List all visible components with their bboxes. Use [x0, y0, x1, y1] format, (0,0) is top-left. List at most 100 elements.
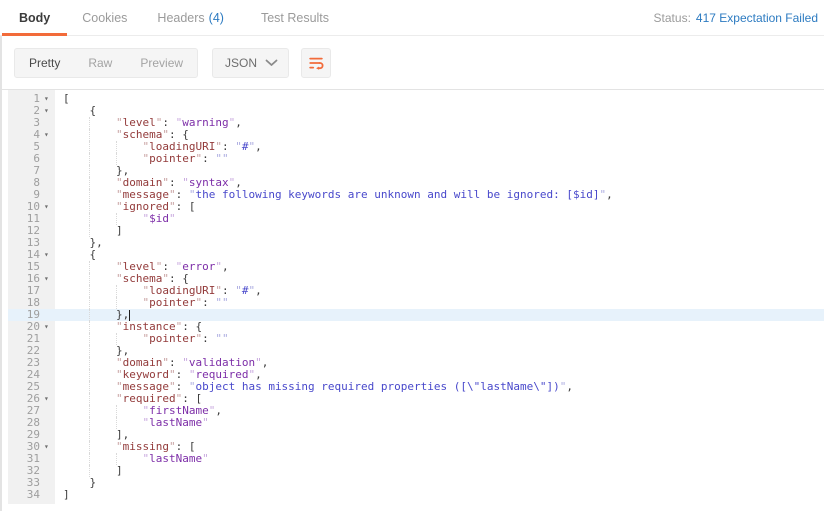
- gutter-row: 2 ▾: [8, 105, 55, 117]
- code-line[interactable]: "lastName": [55, 453, 824, 465]
- tab-test-results-label: Test Results: [260, 10, 330, 25]
- token: ,: [255, 284, 262, 297]
- code-line[interactable]: "$id": [55, 213, 824, 225]
- editor-code[interactable]: [ { "level": "warning", "schema": { "loa…: [55, 90, 824, 504]
- headers-count-badge: (4): [208, 10, 224, 25]
- response-status: Status: 417 Expectation Failed: [654, 11, 818, 25]
- token: object has missing required properties (…: [195, 380, 560, 393]
- wrap-lines-icon: [309, 57, 324, 70]
- tab-body-label: Body: [19, 10, 51, 25]
- token: ": [202, 416, 209, 429]
- view-raw-button[interactable]: Raw: [74, 49, 126, 77]
- gutter-row: 34: [8, 489, 55, 501]
- code-line[interactable]: "pointer": "": [55, 153, 824, 165]
- status-code-link[interactable]: 417 Expectation Failed: [696, 11, 818, 25]
- tab-cookies[interactable]: Cookies: [71, 0, 138, 35]
- token: pointer: [149, 296, 196, 309]
- gutter-row: 5: [8, 141, 55, 153]
- code-line[interactable]: },: [55, 237, 824, 249]
- tab-headers[interactable]: Headers (4): [146, 0, 235, 35]
- gutter-row: 1 ▾: [8, 93, 55, 105]
- token: :: [202, 152, 209, 165]
- editor-gutter: 1 ▾ 2 ▾ 3 4 ▾ 5 6 7 8 9 10 ▾ 11 12 13 14 ▾ 15 16 ▾ 17 18 19 20 ▾ 21…: [8, 90, 55, 504]
- token: ": [215, 260, 222, 273]
- token: :: [202, 332, 209, 345]
- fold-arrow-icon[interactable]: ▾: [44, 249, 55, 261]
- status-label: Status:: [653, 10, 691, 25]
- view-mode-switcher: Pretty Raw Preview: [14, 47, 199, 78]
- token: $id: [149, 212, 169, 225]
- token: ": [215, 152, 222, 165]
- code-line[interactable]: [: [55, 93, 824, 105]
- token: ": [168, 212, 176, 225]
- code-line[interactable]: "pointer": "": [55, 333, 824, 345]
- token: lastName: [149, 452, 203, 465]
- code-line[interactable]: ]: [55, 225, 824, 237]
- fold-arrow-icon[interactable]: ▾: [44, 393, 55, 405]
- code-line[interactable]: ]: [55, 489, 824, 501]
- fold-arrow-icon[interactable]: ▾: [44, 201, 55, 213]
- fold-arrow-icon[interactable]: ▾: [44, 273, 55, 285]
- response-body-editor: 1 ▾ 2 ▾ 3 4 ▾ 5 6 7 8 9 10 ▾ 11 12 13 14 ▾ 15 16 ▾ 17 18 19 20 ▾ 21…: [0, 89, 824, 510]
- fold-arrow-icon[interactable]: ▾: [44, 105, 55, 117]
- gutter-row: 8: [8, 177, 55, 189]
- token: ,: [566, 380, 573, 393]
- fold-arrow-icon[interactable]: ▾: [44, 93, 55, 105]
- tab-headers-label: Headers: [157, 10, 205, 25]
- token: warning: [182, 116, 229, 129]
- gutter-row: 7: [8, 165, 55, 177]
- fold-arrow-icon[interactable]: ▾: [44, 441, 55, 453]
- token: ": [221, 152, 229, 165]
- tab-test-results[interactable]: Test Results: [250, 0, 340, 35]
- token: ": [235, 140, 242, 153]
- code-line[interactable]: "pointer": "": [55, 297, 824, 309]
- token: ": [215, 296, 222, 309]
- chevron-down-icon: [265, 59, 278, 66]
- json-pretty-view: 1 ▾ 2 ▾ 3 4 ▾ 5 6 7 8 9 10 ▾ 11 12 13 14 ▾ 15 16 ▾ 17 18 19 20 ▾ 21…: [8, 90, 824, 504]
- view-pretty-button[interactable]: Pretty: [15, 49, 74, 77]
- tab-body[interactable]: Body: [2, 0, 68, 36]
- token: ,: [221, 260, 229, 273]
- code-line[interactable]: "lastName": [55, 417, 824, 429]
- fold-arrow-icon[interactable]: ▾: [44, 129, 55, 141]
- response-tab-bar: Body Cookies Headers (4) Test Results St…: [0, 0, 824, 36]
- gutter-row: 6: [8, 153, 55, 165]
- token: :: [202, 296, 209, 309]
- tab-cookies-label: Cookies: [82, 10, 128, 25]
- token: ]: [63, 488, 70, 501]
- code-line[interactable]: ]: [55, 465, 824, 477]
- format-dropdown[interactable]: JSON: [212, 47, 290, 78]
- token: pointer: [149, 152, 196, 165]
- token: ,: [215, 404, 222, 417]
- fold-arrow-icon[interactable]: ▾: [44, 321, 55, 333]
- token: [: [182, 200, 196, 213]
- body-view-toolbar: Pretty Raw Preview JSON: [0, 36, 824, 89]
- format-dropdown-value: JSON: [225, 55, 258, 70]
- wrap-lines-button[interactable]: [301, 47, 332, 78]
- code-line[interactable]: }: [55, 477, 824, 489]
- token: ,: [261, 356, 269, 369]
- token: ": [202, 452, 209, 465]
- view-preview-button[interactable]: Preview: [126, 49, 197, 77]
- token: ": [221, 332, 229, 345]
